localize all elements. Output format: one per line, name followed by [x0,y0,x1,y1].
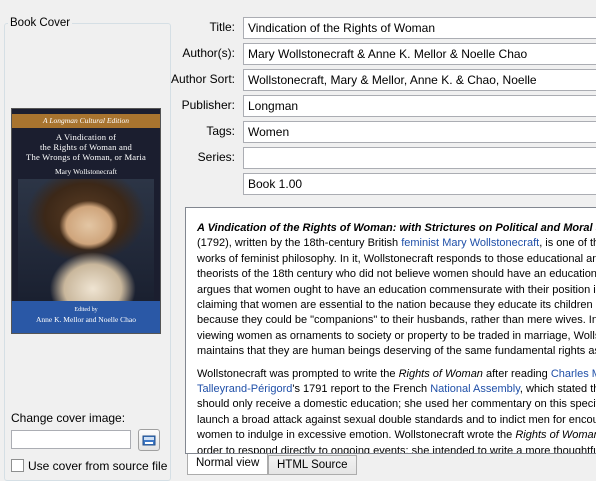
description-text-span: 's 1791 report to the French [292,383,431,396]
cover-portrait [18,179,154,301]
cover-banner: A Longman Cultural Edition [12,114,160,128]
authors-label: Author(s): [182,46,235,60]
cover-author: Mary Wollstonecraft [55,167,117,176]
feminist-link[interactable]: feminist [401,237,439,249]
series-input[interactable] [243,147,596,169]
tab-normal-view[interactable]: Normal view [187,454,269,475]
description-text-span: , is one of the earliest works of femini… [197,237,596,358]
change-cover-label: Change cover image: [11,411,126,425]
description-bold-title: A Vindication of the Rights of Woman: wi… [197,222,596,234]
cover-edited-by: Edited by [74,307,98,313]
author-sort-input[interactable]: Wollstonecraft, Mary & Mellor, Anne K. &… [243,69,596,91]
folder-icon [142,435,156,446]
description-paragraph: Wollstonecraft was prompted to write the… [197,367,596,453]
book-cover-title: Book Cover [8,17,73,29]
publisher-label: Publisher: [181,98,235,112]
cover-path-input[interactable] [11,430,131,449]
cover-title-line: A Vindication of [55,132,117,142]
cover-editors-box: Edited by Anne K. Mellor and Noelle Chao [12,301,160,333]
publisher-input[interactable]: Longman [243,95,596,117]
cover-image: A Longman Cultural Edition A Vindication… [11,108,161,334]
description-text-span: Wollstonecraft was prompted to write the [197,367,399,380]
cover-title-line: The Wrongs of Woman, or Maria [26,152,146,162]
mary-wollstonecraft-link[interactable]: Mary Wollstonecraft [442,237,539,249]
cover-book-title: A Vindication of the Rights of Woman and… [16,132,156,162]
tab-html-source[interactable]: HTML Source [268,455,357,475]
authors-input[interactable]: Mary Wollstonecraft & Anne K. Mellor & N… [243,43,596,65]
cover-title-line: the Rights of Woman and [39,142,133,152]
description-italic: Rights of Woman [515,429,596,442]
description-viewer[interactable]: A Vindication of the Rights of Woman: wi… [185,207,596,454]
title-input[interactable]: Vindication of the Rights of Woman [243,17,596,39]
national-assembly-link[interactable]: National Assembly [430,383,520,395]
use-cover-label: Use cover from source file [28,459,168,473]
title-label: Title: [209,20,235,34]
description-italic: Rights of Woman [398,367,483,380]
tags-label: Tags: [206,124,235,138]
description-paragraph: A Vindication of the Rights of Woman: wi… [197,221,596,360]
description-text-span: after reading [482,367,551,380]
tags-input[interactable]: Women [243,121,596,143]
browse-cover-button[interactable] [138,429,160,451]
series-label: Series: [197,150,235,164]
author-sort-label: Author Sort: [170,72,235,86]
description-text-span: (1792), written by the 18th-century Brit… [197,237,402,250]
use-cover-checkbox[interactable] [11,459,24,472]
description-text: A Vindication of the Rights of Woman: wi… [197,221,596,453]
cover-editors: Anne K. Mellor and Noelle Chao [36,315,136,324]
series-index-spinbox[interactable]: Book 1.00 [243,173,596,195]
